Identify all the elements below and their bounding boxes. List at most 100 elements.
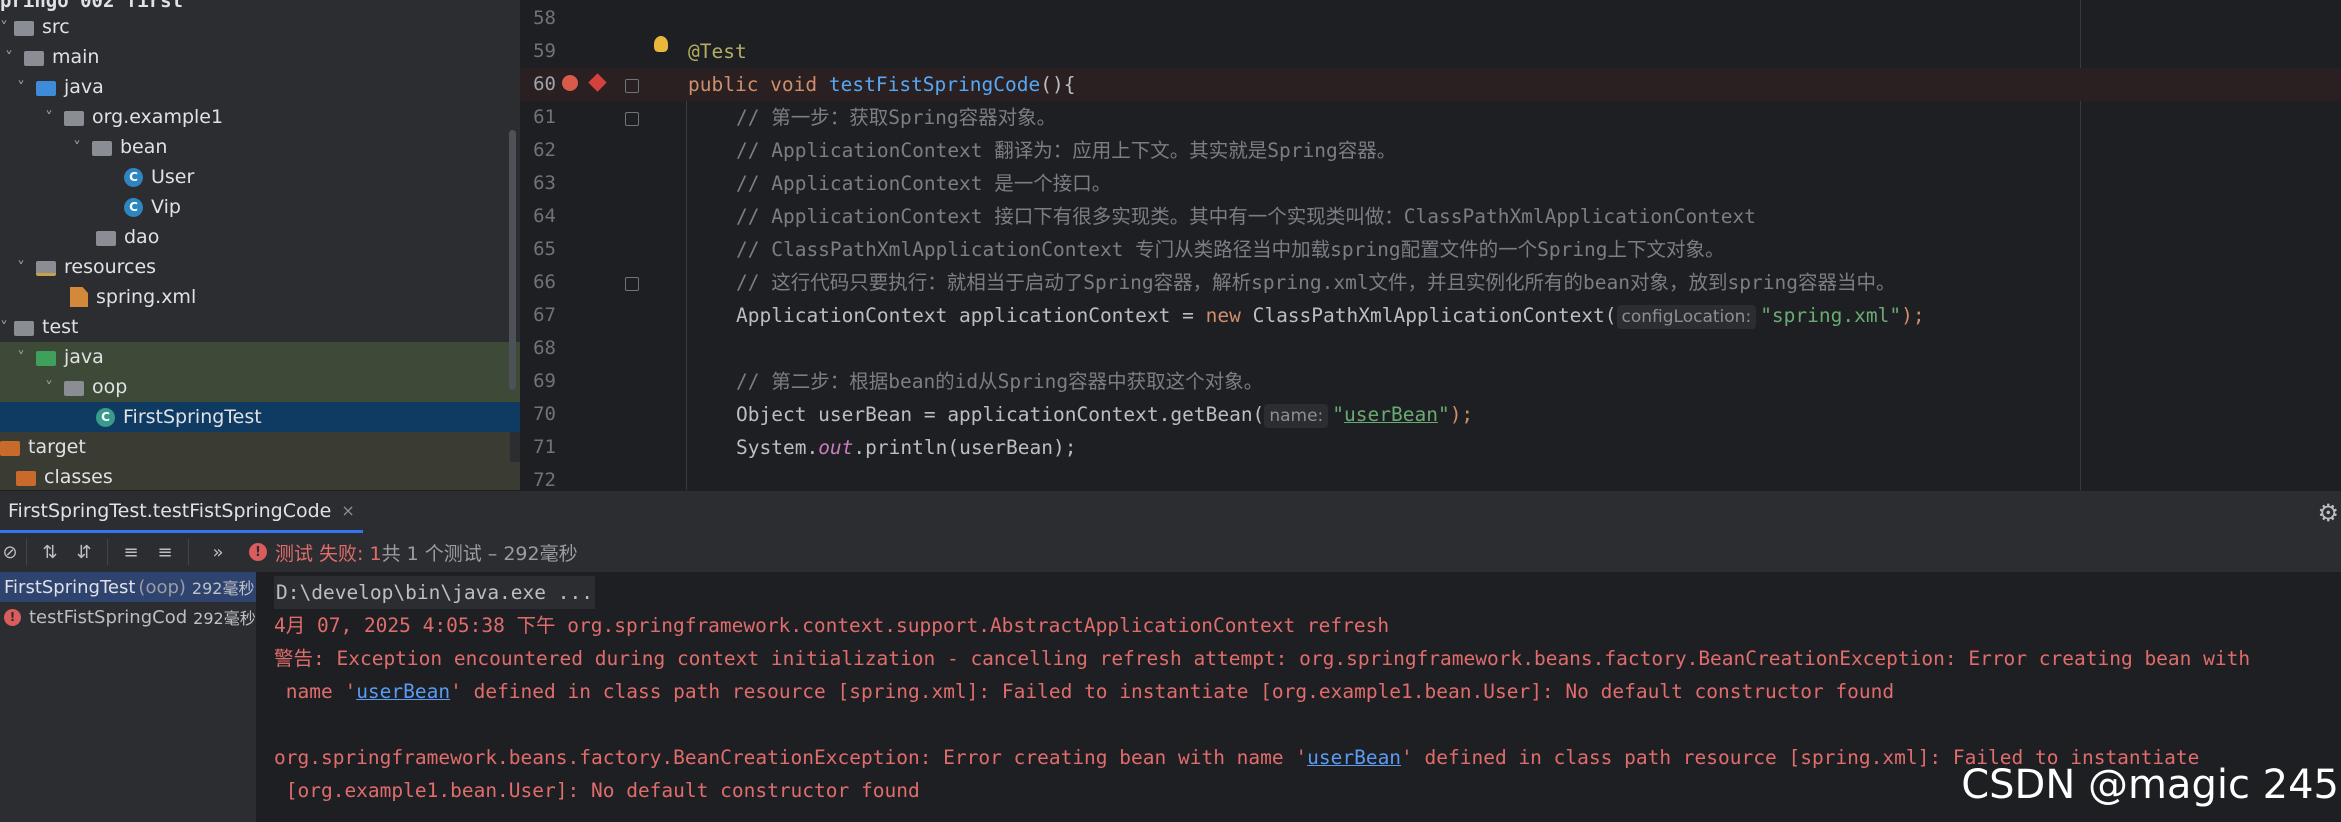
fold-icon[interactable] bbox=[625, 79, 639, 93]
code-line: 62 // ApplicationContext 翻译为：应用上下文。其实就是S… bbox=[520, 134, 2341, 167]
close-icon[interactable]: × bbox=[341, 501, 354, 520]
tree-item-spring-xml[interactable]: spring.xml bbox=[0, 282, 520, 312]
code-text: System.out.println(userBean); bbox=[736, 431, 1076, 464]
sort-alpha-icon[interactable]: ⇅ bbox=[33, 537, 67, 567]
package-icon bbox=[64, 110, 84, 126]
tree-item-label: spring.xml bbox=[96, 286, 197, 308]
test-suite-package: (oop) bbox=[138, 576, 186, 598]
test-class-icon: C bbox=[96, 407, 115, 427]
watermark: CSDN @magic 245 bbox=[1961, 762, 2339, 808]
gear-icon[interactable]: ⚙ bbox=[2317, 499, 2339, 527]
tree-item-vip[interactable]: C Vip bbox=[0, 192, 520, 222]
tree-item-classes[interactable]: classes bbox=[0, 462, 520, 490]
tree-item-first-spring-test[interactable]: C FirstSpringTest bbox=[0, 402, 520, 432]
chevron-down-icon[interactable]: ˅ bbox=[0, 318, 8, 337]
comment: // 第一步：获取Spring容器对象。 bbox=[736, 106, 1057, 129]
line-number: 63 bbox=[533, 172, 556, 194]
line-number: 70 bbox=[533, 403, 556, 425]
test-case-row[interactable]: ! testFistSpringCod 292毫秒 bbox=[0, 602, 256, 632]
line-number: 58 bbox=[533, 7, 556, 29]
console-command-line[interactable]: D:\develop\bin\java.exe ... bbox=[274, 576, 595, 609]
fold-icon[interactable] bbox=[625, 277, 639, 291]
chevron-down-icon[interactable]: ˅ bbox=[68, 138, 86, 157]
code-line: 65 // ClassPathXmlApplicationContext 专门从… bbox=[520, 233, 2341, 266]
chevron-down-icon[interactable]: ˅ bbox=[12, 348, 30, 367]
test-status: ! 测试 失败: 1 共 1 个测试 – 292毫秒 bbox=[249, 539, 578, 566]
console-line: 4月 07, 2025 4:05:38 下午 org.springframewo… bbox=[274, 614, 1390, 637]
tree-item-java-main[interactable]: ˅ java bbox=[0, 72, 520, 102]
run-tab[interactable]: FirstSpringTest.testFistSpringCode × bbox=[0, 491, 363, 533]
tree-scrollbar[interactable] bbox=[509, 130, 516, 390]
chevron-down-icon[interactable]: ˅ bbox=[0, 48, 18, 67]
tree-item-resources[interactable]: ˅ resources bbox=[0, 252, 520, 282]
test-duration: 292毫秒 bbox=[191, 579, 255, 598]
package-icon bbox=[96, 230, 116, 246]
more-actions-icon[interactable]: » bbox=[201, 537, 235, 567]
class-icon: C bbox=[124, 167, 143, 187]
test-failed-count: 测试 失败: 1 bbox=[275, 542, 382, 565]
code-line: 68 bbox=[520, 332, 2341, 365]
string-literal: "spring.xml" bbox=[1760, 304, 1902, 327]
code-line: 66 // 这行代码只要执行：就相当于启动了Spring容器，解析spring.… bbox=[520, 266, 2341, 299]
tree-item-label: java bbox=[64, 76, 104, 98]
comment: // 第二步：根据bean的id从Spring容器中获取这个对象。 bbox=[736, 370, 1264, 393]
console-link[interactable]: userBean bbox=[356, 680, 450, 703]
comment: // ApplicationContext 是一个接口。 bbox=[736, 172, 1112, 195]
tree-item-label: main bbox=[52, 46, 100, 68]
lightbulb-icon[interactable] bbox=[654, 36, 668, 52]
package-icon bbox=[64, 380, 84, 396]
code-line: 58 bbox=[520, 2, 2341, 35]
static-field: out bbox=[818, 436, 854, 459]
chevron-down-icon[interactable]: ˅ bbox=[12, 258, 30, 277]
chevron-down-icon[interactable]: ˅ bbox=[12, 78, 30, 97]
tree-item-dao[interactable]: dao bbox=[0, 222, 520, 252]
chevron-down-icon[interactable]: ˅ bbox=[0, 18, 8, 37]
code-token: ClassPathXmlApplicationContext( bbox=[1240, 304, 1617, 327]
console-link[interactable]: userBean bbox=[1307, 746, 1401, 769]
parameter-hint: name: bbox=[1264, 404, 1329, 428]
code-line: 64 // ApplicationContext 接口下有很多实现类。其中有一个… bbox=[520, 200, 2341, 233]
tree-item-label: User bbox=[151, 166, 195, 188]
test-suite-row[interactable]: FirstSpringTest (oop) 292毫秒 bbox=[0, 572, 256, 602]
code-editor[interactable]: 58 59 @Test 60 public void testFistSprin… bbox=[520, 0, 2341, 490]
chevron-down-icon[interactable]: ˅ bbox=[40, 108, 58, 127]
run-tool-window: FirstSpringTest.testFistSpringCode × ⚙ ⊘… bbox=[0, 490, 2341, 822]
project-tree-panel: pringo 002 first ˅ src ˅ main ˅ java ˅ o… bbox=[0, 0, 520, 490]
line-number: 60 bbox=[533, 73, 556, 95]
tree-item-label: dao bbox=[124, 226, 160, 248]
code-token: ApplicationContext applicationContext = bbox=[736, 304, 1206, 327]
code-line: 70 Object userBean = applicationContext.… bbox=[520, 398, 2341, 431]
console-line: name 'userBean' defined in class path re… bbox=[274, 675, 1894, 708]
test-summary: 共 1 个测试 – 292毫秒 bbox=[381, 542, 578, 565]
tree-item-java-test[interactable]: ˅ java bbox=[0, 342, 520, 372]
tree-item-org-example1[interactable]: ˅ org.example1 bbox=[0, 102, 520, 132]
code-line-current: 60 public void testFistSpringCode(){ bbox=[520, 68, 2341, 101]
tree-item-test[interactable]: ˅ test bbox=[0, 312, 510, 342]
line-number: 64 bbox=[533, 205, 556, 227]
line-number: 61 bbox=[533, 106, 556, 128]
code-token: ); bbox=[1449, 403, 1474, 426]
code-line: 71 System.out.println(userBean); bbox=[520, 431, 2341, 464]
chevron-down-icon[interactable]: ˅ bbox=[40, 378, 58, 397]
line-number: 69 bbox=[533, 370, 556, 392]
rerun-icon[interactable]: ⊘ bbox=[0, 537, 20, 567]
fold-icon[interactable] bbox=[625, 112, 639, 126]
tree-item-label: resources bbox=[64, 256, 157, 278]
tree-item-main[interactable]: ˅ main bbox=[0, 42, 510, 72]
tree-item-src[interactable]: ˅ src bbox=[0, 12, 510, 42]
tree-item-user[interactable]: C User bbox=[0, 162, 520, 192]
comment: // 这行代码只要执行：就相当于启动了Spring容器，解析spring.xml… bbox=[736, 271, 1896, 294]
expand-all-icon[interactable]: ≡ bbox=[114, 537, 148, 567]
tree-item-oop[interactable]: ˅ oop bbox=[0, 372, 520, 402]
folder-icon bbox=[14, 320, 34, 336]
collapse-all-icon[interactable]: ≡ bbox=[148, 537, 182, 567]
test-folder-icon bbox=[36, 350, 56, 366]
run-test-icon[interactable] bbox=[562, 75, 578, 91]
sort-duration-icon[interactable]: ⇵ bbox=[67, 537, 101, 567]
method-name: testFistSpringCode bbox=[828, 73, 1041, 96]
toolbar-divider bbox=[188, 539, 189, 565]
folder-icon bbox=[14, 20, 34, 36]
tree-item-target[interactable]: target bbox=[0, 432, 510, 462]
tree-item-bean[interactable]: ˅ bean bbox=[0, 132, 520, 162]
tree-item-label: target bbox=[28, 436, 86, 458]
